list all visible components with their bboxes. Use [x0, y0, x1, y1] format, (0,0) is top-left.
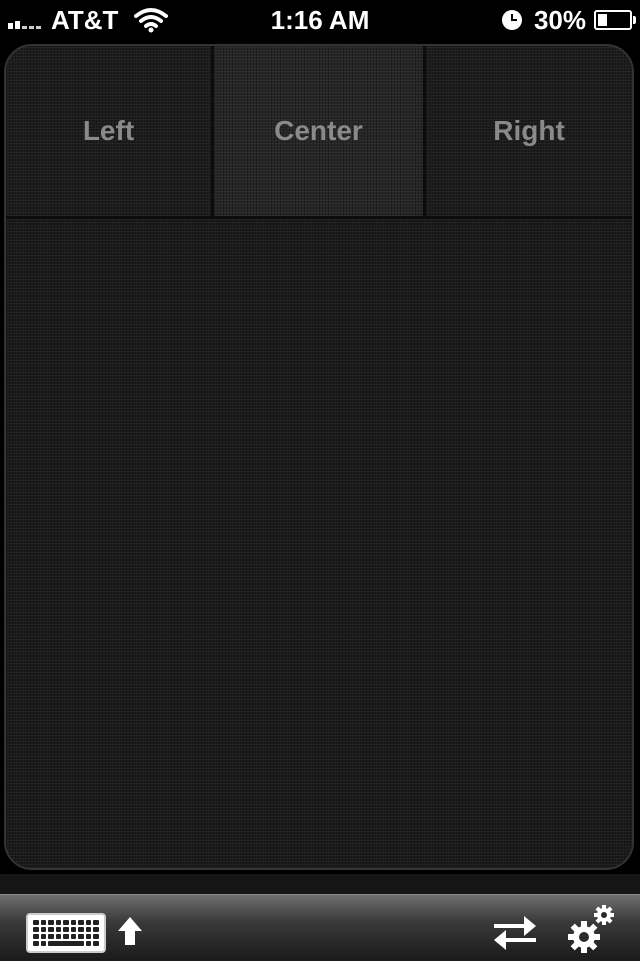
right-click-label: Right	[493, 115, 565, 146]
clock-icon	[501, 10, 522, 30]
status-left: AT&T	[8, 0, 169, 40]
wifi-icon	[134, 8, 169, 33]
battery-fill	[598, 14, 607, 26]
carrier-label: AT&T	[51, 4, 119, 35]
battery-icon	[594, 10, 636, 30]
swap-arrows-icon[interactable]	[490, 911, 540, 953]
touch-surface[interactable]	[6, 219, 632, 868]
center-click-label: Center	[274, 115, 363, 146]
status-right: 30%	[501, 0, 636, 40]
bottom-toolbar	[0, 894, 640, 961]
trackpad-frame: Left Center Right	[4, 44, 634, 870]
center-click-button[interactable]: Center	[214, 46, 426, 216]
left-click-label: Left	[82, 115, 135, 146]
status-bar: AT&T 1:16 AM 30%	[0, 0, 640, 40]
battery-percent: 30%	[533, 4, 586, 35]
signal-icon	[8, 11, 43, 29]
keyboard-icon[interactable]	[26, 913, 106, 953]
gears-icon[interactable]	[564, 903, 616, 955]
right-click-button[interactable]: Right	[426, 46, 632, 216]
shift-arrow-icon[interactable]	[116, 915, 144, 949]
mouse-buttons-row: Left Center Right	[6, 46, 632, 219]
left-click-button[interactable]: Left	[6, 46, 214, 216]
toolbar-strip	[0, 874, 640, 894]
